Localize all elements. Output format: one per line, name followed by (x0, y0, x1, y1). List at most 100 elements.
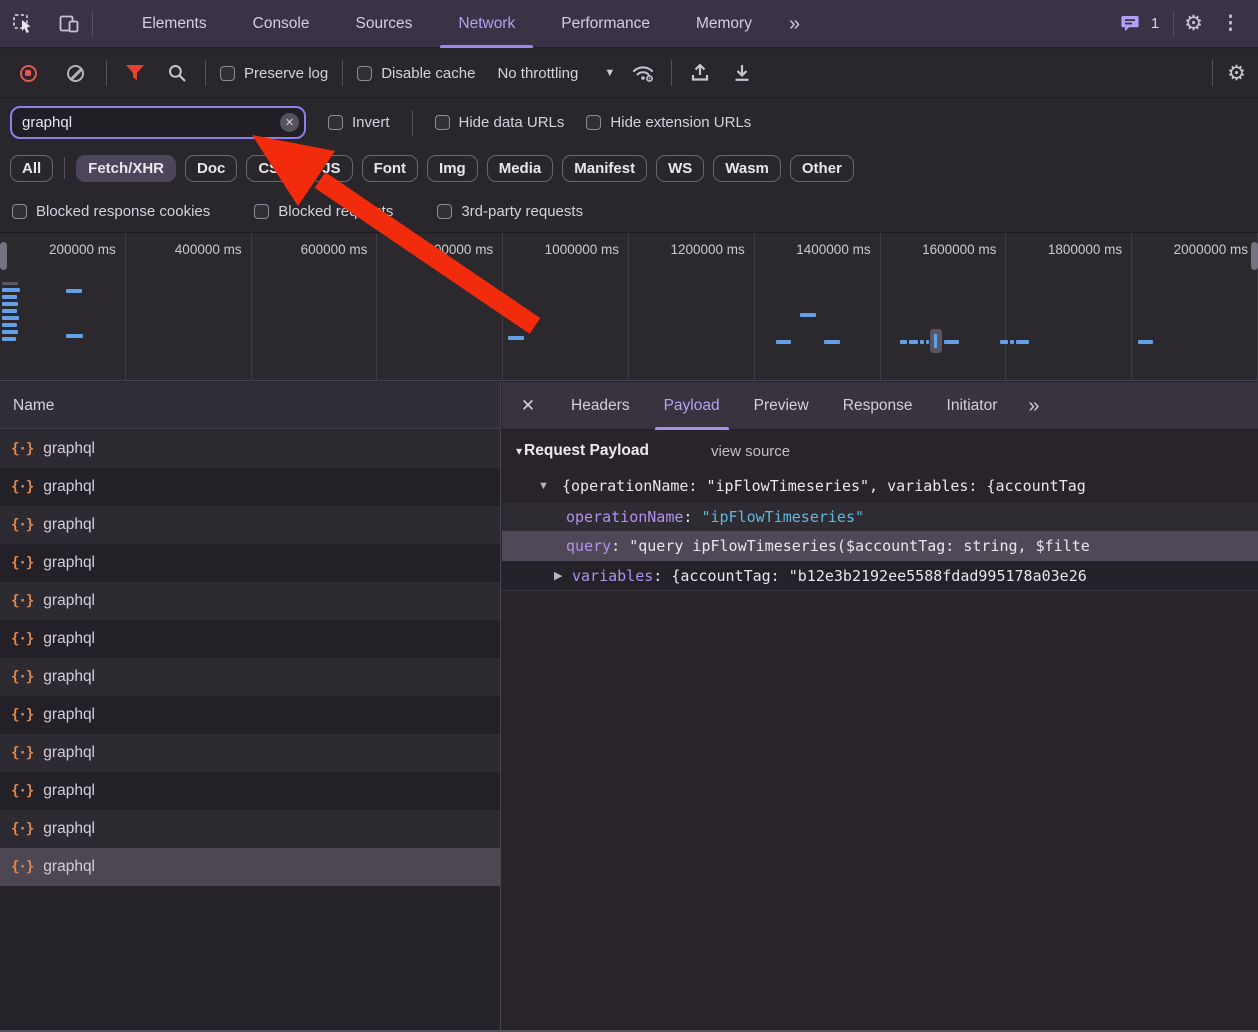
chip-other[interactable]: Other (790, 155, 854, 182)
filter-input[interactable] (10, 106, 306, 139)
request-name: graphql (43, 858, 95, 876)
blocked-requests-group: Blocked requests (254, 203, 393, 220)
payload-row[interactable]: ▼{operationName: "ipFlowTimeseries", var… (502, 471, 1258, 501)
network-conditions-icon[interactable] (629, 59, 657, 87)
timeline-activity-bar (2, 323, 17, 327)
request-row[interactable]: {·}graphql (0, 772, 500, 810)
close-detail-icon[interactable]: ✕ (502, 396, 554, 416)
request-row[interactable]: {·}graphql (0, 430, 500, 468)
chip-img[interactable]: Img (427, 155, 478, 182)
payload-row-selected[interactable]: query: "query ipFlowTimeseries($accountT… (502, 531, 1258, 561)
clear-network-log-icon[interactable] (67, 65, 84, 82)
network-overview-timeline[interactable]: 200000 ms400000 ms600000 ms800000 ms1000… (0, 233, 1258, 381)
request-row[interactable]: {·}graphql (0, 810, 500, 848)
name-column-header[interactable]: Name (0, 382, 501, 429)
overview-left-handle[interactable] (0, 242, 7, 270)
hide-data-urls-checkbox[interactable] (435, 115, 450, 130)
detail-tab-preview[interactable]: Preview (737, 382, 826, 430)
tab-sources[interactable]: Sources (333, 0, 436, 48)
tab-performance[interactable]: Performance (538, 0, 673, 48)
payload-text: operationName: "ipFlowTimeseries" (502, 508, 864, 526)
request-row[interactable]: {·}graphql (0, 734, 500, 772)
overview-right-handle[interactable] (1251, 242, 1258, 270)
request-row[interactable]: {·}graphql (0, 620, 500, 658)
blocked-requests-checkbox[interactable] (254, 204, 269, 219)
more-tabs-chevron[interactable]: » (775, 1, 812, 47)
export-har-icon[interactable] (728, 59, 756, 87)
detail-tab-headers[interactable]: Headers (554, 382, 647, 430)
divider (92, 11, 93, 37)
blocked-requests-label: Blocked requests (278, 203, 393, 220)
request-row[interactable]: {·}graphql (0, 696, 500, 734)
third-party-checkbox[interactable] (437, 204, 452, 219)
timeline-activity-bar (2, 282, 18, 285)
chip-js[interactable]: JS (310, 155, 352, 182)
chip-ws[interactable]: WS (656, 155, 704, 182)
request-row[interactable]: {·}graphql (0, 506, 500, 544)
chip-manifest[interactable]: Manifest (562, 155, 647, 182)
detail-tabs: HeadersPayloadPreviewResponseInitiator (554, 382, 1014, 430)
request-row[interactable]: {·}graphql (0, 582, 500, 620)
tab-elements[interactable]: Elements (119, 0, 230, 48)
hide-extension-urls-checkbox[interactable] (586, 115, 601, 130)
inspect-element-icon[interactable] (0, 0, 46, 48)
customize-menu-icon[interactable]: ⋮ (1213, 12, 1248, 35)
timeline-column-2: 400000 ms (126, 233, 252, 380)
record-network-log-icon[interactable] (20, 65, 37, 82)
timeline-column-7: 1400000 ms (755, 233, 881, 380)
payload-text: variables: {accountTag: "b12e3b2192ee558… (502, 567, 1087, 585)
clear-filter-icon[interactable]: ✕ (280, 113, 299, 132)
request-row[interactable]: {·}graphql (0, 468, 500, 506)
tab-network[interactable]: Network (435, 0, 538, 48)
timeline-activity-bar (944, 340, 959, 344)
payload-row[interactable]: ▶variables: {accountTag: "b12e3b2192ee55… (502, 561, 1258, 591)
timeline-column-4: 800000 ms (377, 233, 503, 380)
collapse-triangle-icon[interactable]: ▾ (516, 444, 522, 458)
preserve-log-checkbox[interactable] (220, 66, 235, 81)
chip-doc[interactable]: Doc (185, 155, 237, 182)
tab-console[interactable]: Console (230, 0, 333, 48)
expand-triangle-icon[interactable]: ▶ (554, 561, 562, 591)
payload-row[interactable]: operationName: "ipFlowTimeseries" (502, 501, 1258, 531)
view-source-link[interactable]: view source (711, 443, 790, 460)
timeline-activity-bar (776, 340, 791, 344)
request-row[interactable]: {·}graphql (0, 544, 500, 582)
detail-tab-payload[interactable]: Payload (647, 382, 737, 430)
chip-all[interactable]: All (10, 155, 53, 182)
settings-gear-icon[interactable]: ⚙ (1184, 13, 1203, 34)
request-row[interactable]: {·}graphql (0, 848, 500, 886)
chip-wasm[interactable]: Wasm (713, 155, 781, 182)
timeline-activity-bar (920, 340, 924, 344)
expand-triangle-icon[interactable]: ▼ (538, 471, 549, 501)
preserve-log-group: Preserve log (220, 65, 328, 82)
invert-checkbox[interactable] (328, 115, 343, 130)
payload-rows: ▼{operationName: "ipFlowTimeseries", var… (502, 471, 1258, 591)
chip-font[interactable]: Font (362, 155, 418, 182)
throttling-select[interactable]: No throttling ▼ (497, 65, 615, 82)
filter-funnel-icon[interactable] (121, 59, 149, 87)
chip-fetch-xhr[interactable]: Fetch/XHR (76, 155, 176, 182)
divider (106, 60, 107, 86)
timeline-activity-bar (2, 309, 17, 313)
network-settings-gear-icon[interactable]: ⚙ (1227, 63, 1246, 84)
fetch-braces-icon: {·} (11, 821, 33, 837)
detail-tab-response[interactable]: Response (826, 382, 930, 430)
search-icon[interactable] (163, 59, 191, 87)
hide-extension-urls-group: Hide extension URLs (586, 114, 751, 131)
chip-css[interactable]: CSS (246, 155, 301, 182)
detail-tab-initiator[interactable]: Initiator (930, 382, 1015, 430)
panel-tabs: ElementsConsoleSourcesNetworkPerformance… (119, 0, 775, 48)
device-toolbar-icon[interactable] (46, 0, 92, 48)
fetch-braces-icon: {·} (11, 669, 33, 685)
timeline-column-10: 2000000 ms (1132, 233, 1258, 380)
network-toolbar: Preserve log Disable cache No throttling… (0, 49, 1258, 98)
blocked-cookies-checkbox[interactable] (12, 204, 27, 219)
import-har-icon[interactable] (686, 59, 714, 87)
issues-message-icon[interactable] (1121, 14, 1141, 33)
chip-media[interactable]: Media (487, 155, 554, 182)
request-row[interactable]: {·}graphql (0, 658, 500, 696)
tab-memory[interactable]: Memory (673, 0, 775, 48)
disable-cache-checkbox[interactable] (357, 66, 372, 81)
detail-more-tabs-chevron[interactable]: » (1014, 383, 1051, 429)
request-name: graphql (43, 630, 95, 648)
